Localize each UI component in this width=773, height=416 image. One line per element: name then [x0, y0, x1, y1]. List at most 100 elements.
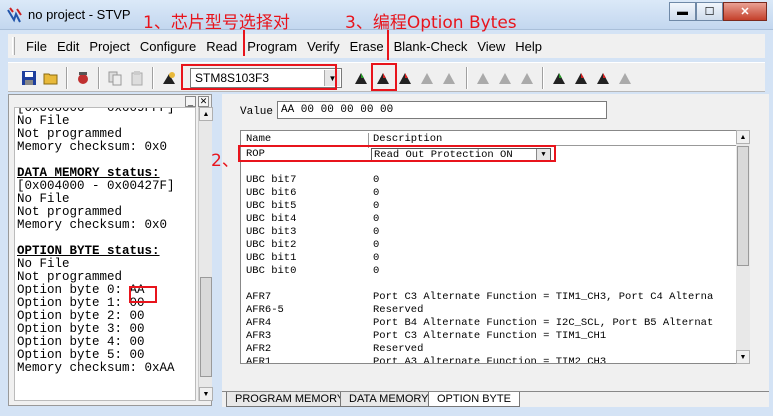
row-desc: 0 — [373, 239, 380, 251]
read-active-sectors-icon[interactable] — [550, 69, 568, 87]
scroll-up-icon[interactable]: ▲ — [199, 107, 213, 121]
verify-current-tab-icon[interactable] — [396, 69, 414, 87]
copy-icon[interactable] — [106, 69, 124, 87]
menu-view[interactable]: View — [472, 39, 510, 54]
row-name: AFR7 — [246, 291, 272, 303]
menu-help[interactable]: Help — [510, 39, 547, 54]
row-name: AFR2 — [246, 343, 272, 355]
menu-verify[interactable]: Verify — [302, 39, 345, 54]
tab-program-memory[interactable]: PROGRAM MEMORY — [226, 392, 354, 407]
scroll-thumb[interactable] — [737, 146, 749, 266]
menu-project[interactable]: Project — [84, 39, 134, 54]
menu-blank-check[interactable]: Blank-Check — [389, 39, 473, 54]
row-name: AFR1 — [246, 356, 272, 364]
row-desc: 0 — [373, 252, 380, 264]
menu-program[interactable]: Program — [242, 39, 302, 54]
paste-icon[interactable] — [128, 69, 146, 87]
log-scrollbar[interactable]: ▲ ▼ — [198, 107, 213, 401]
open-folder-icon[interactable] — [42, 69, 60, 87]
menu-read[interactable]: Read — [201, 39, 242, 54]
annotation-box-program — [371, 63, 397, 91]
table-row[interactable]: AFR4 Port B4 Alternate Function = I2C_SCL… — [241, 317, 737, 330]
annotation-step-2: 2、 — [211, 151, 239, 171]
log-line: Memory checksum: 0xAA — [17, 361, 175, 375]
menu-grip — [12, 37, 15, 55]
row-name: AFR4 — [246, 317, 272, 329]
row-name: UBC bit4 — [246, 213, 297, 225]
annotation-box-rop — [238, 145, 556, 162]
annotation-box-option-byte-0 — [129, 286, 157, 303]
row-name: UBC bit5 — [246, 200, 297, 212]
table-row[interactable]: UBC bit4 0 — [241, 213, 737, 226]
annotation-box-device — [181, 64, 337, 90]
minimize-button[interactable]: ▬ — [669, 2, 696, 21]
table-row[interactable]: UBC bit5 0 — [241, 200, 737, 213]
erase-current-tab-icon[interactable] — [418, 69, 436, 87]
col-description-header[interactable]: Description — [373, 133, 442, 145]
table-row[interactable]: UBC bit2 0 — [241, 239, 737, 252]
annotation-arrow-3 — [387, 30, 389, 60]
row-name: UBC bit6 — [246, 187, 297, 199]
value-label: Value — [240, 106, 274, 118]
scroll-thumb[interactable] — [200, 277, 212, 377]
table-row[interactable]: UBC bit0 0 — [241, 265, 737, 278]
maximize-button[interactable]: ☐ — [696, 2, 723, 21]
bug-icon[interactable] — [74, 69, 92, 87]
table-row[interactable]: AFR1 Port A3 Alternate Function = TIM2_CH… — [241, 356, 737, 364]
toolbar-separator — [466, 67, 468, 89]
read-all-icon[interactable] — [474, 69, 492, 87]
verify-all-icon[interactable] — [518, 69, 536, 87]
tab-data-memory[interactable]: DATA MEMORY — [340, 392, 438, 407]
save-icon[interactable] — [20, 69, 38, 87]
menu-edit[interactable]: Edit — [52, 39, 84, 54]
annotation-step-1: 1、芯片型号选择对 — [143, 13, 290, 33]
row-desc: Reserved — [373, 343, 424, 355]
row-desc: Port C3 Alternate Function = TIM1_CH1 — [373, 330, 607, 342]
program-all-icon[interactable] — [496, 69, 514, 87]
row-desc: 0 — [373, 174, 380, 186]
row-name: UBC bit3 — [246, 226, 297, 238]
tab-option-byte[interactable]: OPTION BYTE — [428, 392, 520, 407]
chip-select-icon[interactable] — [160, 69, 178, 87]
grid-scrollbar[interactable]: ▲ ▼ — [736, 130, 750, 364]
table-row[interactable]: AFR2 Reserved — [241, 343, 737, 356]
row-desc: Port B4 Alternate Function = I2C_SCL, Po… — [373, 317, 713, 329]
erase-active-sectors-icon[interactable] — [616, 69, 634, 87]
log-pane: _ ✕ [0x008000 - 0x009FFF] No File Not pr… — [8, 94, 213, 406]
toolbar-separator — [98, 67, 100, 89]
scroll-up-icon[interactable]: ▲ — [736, 130, 750, 144]
table-row[interactable]: UBC bit6 0 — [241, 187, 737, 200]
menu-file[interactable]: File — [21, 39, 52, 54]
blank-check-current-tab-icon[interactable] — [440, 69, 458, 87]
log-text-area[interactable]: [0x008000 - 0x009FFF] No File Not progra… — [14, 107, 196, 401]
log-line: Memory checksum: 0x0 — [17, 218, 168, 232]
grid-header: Name Description — [241, 131, 737, 148]
verify-active-sectors-icon[interactable] — [594, 69, 612, 87]
row-desc: Port A3 Alternate Function = TIM2_CH3 — [373, 356, 607, 364]
scroll-down-icon[interactable]: ▼ — [199, 387, 213, 401]
scroll-down-icon[interactable]: ▼ — [736, 350, 750, 364]
table-row[interactable]: UBC bit1 0 — [241, 252, 737, 265]
col-name-header[interactable]: Name — [246, 133, 271, 145]
value-field[interactable]: AA 00 00 00 00 00 — [277, 101, 607, 119]
annotation-arrow-1 — [243, 30, 245, 56]
row-desc: 0 — [373, 226, 380, 238]
program-active-sectors-icon[interactable] — [572, 69, 590, 87]
row-name: UBC bit7 — [246, 174, 297, 186]
table-row[interactable]: AFR7 Port C3 Alternate Function = TIM1_CH… — [241, 291, 737, 304]
option-byte-pane: Value AA 00 00 00 00 00 Name Description… — [222, 94, 769, 407]
close-button[interactable]: ✕ — [723, 2, 767, 21]
stvp-app-icon — [7, 7, 22, 23]
toolbar-separator — [152, 67, 154, 89]
read-current-tab-icon[interactable] — [352, 69, 370, 87]
table-row[interactable]: UBC bit7 0 — [241, 174, 737, 187]
table-row[interactable]: UBC bit3 0 — [241, 226, 737, 239]
row-name: AFR3 — [246, 330, 272, 342]
pane-restore-button[interactable]: _ — [185, 96, 196, 107]
menu-configure[interactable]: Configure — [135, 39, 201, 54]
annotation-step-3: 3、编程Option Bytes — [345, 13, 517, 33]
pane-close-button[interactable]: ✕ — [198, 96, 209, 107]
menu-erase[interactable]: Erase — [345, 39, 389, 54]
table-row[interactable]: AFR6-5 Reserved — [241, 304, 737, 317]
table-row[interactable]: AFR3 Port C3 Alternate Function = TIM1_CH… — [241, 330, 737, 343]
